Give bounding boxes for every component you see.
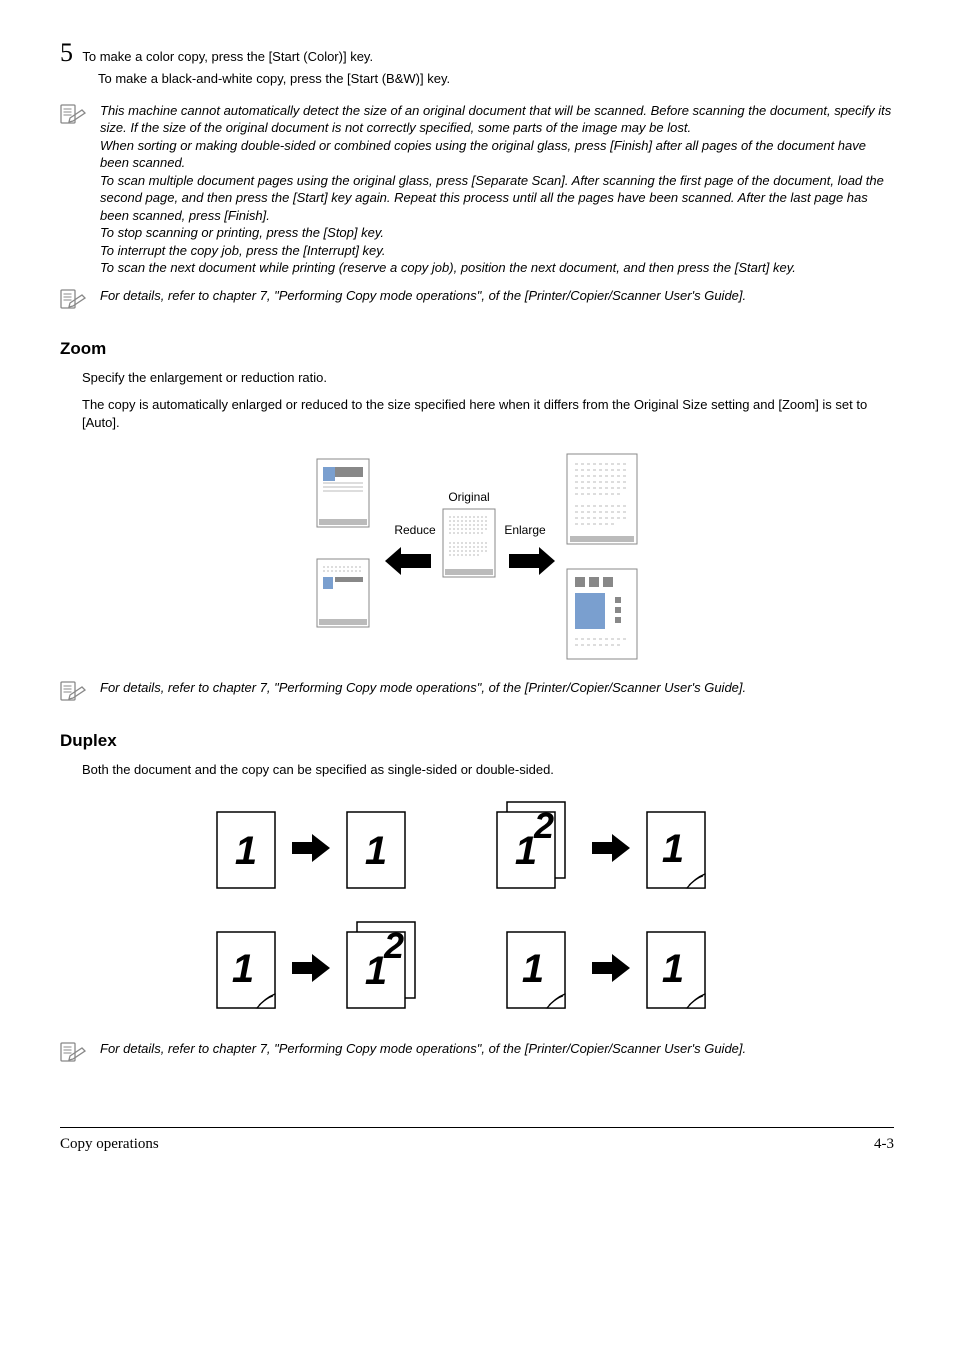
zoom-original-label: Original xyxy=(448,490,489,504)
step-number: 5 xyxy=(60,40,73,66)
footer-right: 4-3 xyxy=(874,1134,894,1154)
note-body-2: For details, refer to chapter 7, "Perfor… xyxy=(100,287,894,305)
zoom-p2: The copy is automatically enlarged or re… xyxy=(82,396,894,431)
note1-p2: When sorting or making double-sided or c… xyxy=(100,137,894,172)
duplex-heading: Duplex xyxy=(60,730,894,753)
zoom-heading: Zoom xyxy=(60,338,894,361)
note1-p4: To stop scanning or printing, press the … xyxy=(100,224,894,242)
svg-text:1: 1 xyxy=(662,827,684,871)
duplex-diagram: 1 1 1 2 1 1 1 2 1 1 xyxy=(60,792,894,1032)
zoom-enlarge-label: Enlarge xyxy=(504,523,546,537)
svg-text:1: 1 xyxy=(662,947,684,991)
step-text-2: To make a black-and-white copy, press th… xyxy=(98,70,894,88)
note-body-1: This machine cannot automatically detect… xyxy=(100,102,894,277)
step-5-line: 5 To make a color copy, press the [Start… xyxy=(60,40,894,66)
svg-text:2: 2 xyxy=(533,805,554,846)
page-footer: Copy operations 4-3 xyxy=(60,1127,894,1154)
svg-text:1: 1 xyxy=(232,947,254,991)
zoom-diagram: Reduce Original Enlarge xyxy=(60,449,894,669)
note-icon xyxy=(60,104,88,129)
note-body-4: For details, refer to chapter 7, "Perfor… xyxy=(100,1040,894,1058)
note-block-4: For details, refer to chapter 7, "Perfor… xyxy=(60,1040,894,1067)
note1-p3: To scan multiple document pages using th… xyxy=(100,172,894,225)
zoom-p1: Specify the enlargement or reduction rat… xyxy=(82,369,894,387)
step-text-1: To make a color copy, press the [Start (… xyxy=(82,49,373,64)
note1-p6: To scan the next document while printing… xyxy=(100,259,894,277)
note-block-1: This machine cannot automatically detect… xyxy=(60,102,894,277)
duplex-p1: Both the document and the copy can be sp… xyxy=(82,761,894,779)
note-block-2: For details, refer to chapter 7, "Perfor… xyxy=(60,287,894,314)
svg-text:1: 1 xyxy=(235,829,257,873)
note-icon xyxy=(60,289,88,314)
note1-p5: To interrupt the copy job, press the [In… xyxy=(100,242,894,260)
svg-text:1: 1 xyxy=(522,947,544,991)
svg-text:2: 2 xyxy=(383,925,404,966)
note-icon xyxy=(60,681,88,706)
note-icon xyxy=(60,1042,88,1067)
zoom-reduce-label: Reduce xyxy=(394,523,436,537)
note-body-3: For details, refer to chapter 7, "Perfor… xyxy=(100,679,894,697)
footer-left: Copy operations xyxy=(60,1134,159,1154)
note1-p1: This machine cannot automatically detect… xyxy=(100,102,894,137)
note-block-3: For details, refer to chapter 7, "Perfor… xyxy=(60,679,894,706)
svg-text:1: 1 xyxy=(365,829,387,873)
